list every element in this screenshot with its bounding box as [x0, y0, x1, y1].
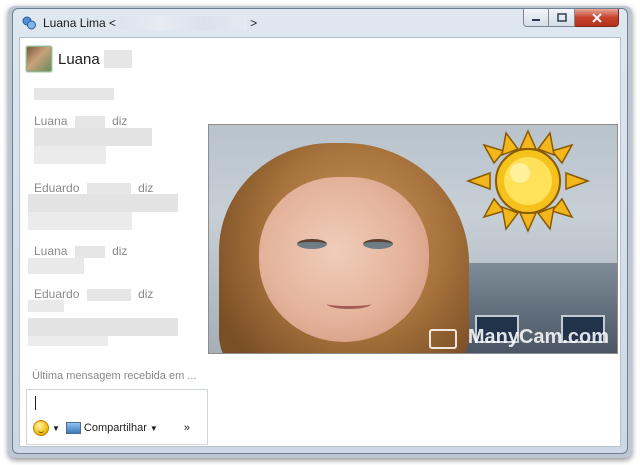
- close-button[interactable]: [575, 9, 619, 27]
- manycam-logo-icon: [429, 329, 457, 349]
- blurred-surname: [103, 50, 132, 68]
- message-sender: Luana diz: [34, 114, 128, 128]
- minimize-button[interactable]: [523, 9, 549, 27]
- contact-header: Luana: [26, 46, 132, 72]
- caption-buttons: [523, 9, 619, 27]
- contact-name: Luana: [58, 50, 100, 68]
- title-bar[interactable]: Luana Lima < >: [13, 9, 627, 37]
- video-watermark: ManyCam.com: [467, 326, 609, 348]
- share-dropdown-arrow[interactable]: ▼: [150, 424, 158, 433]
- person-mouth: [327, 299, 371, 309]
- message-sender: Luana diz: [34, 244, 128, 258]
- messenger-icon: [22, 16, 36, 30]
- message-history[interactable]: Luana diz Eduardo diz Luana diz Eduardo …: [26, 86, 206, 376]
- emoticon-dropdown-arrow[interactable]: ▼: [52, 424, 60, 433]
- share-button[interactable]: Compartilhar: [84, 422, 147, 434]
- message-sender: Eduardo diz: [34, 287, 154, 301]
- text-caret: [35, 396, 36, 410]
- chat-window: Luana Lima < > Luana Luana diz Eduardo d…: [12, 8, 628, 454]
- message-input[interactable]: ▼ Compartilhar ▼ »: [26, 389, 208, 445]
- person-eye: [363, 239, 393, 249]
- webcam-video[interactable]: ManyCam.com: [208, 124, 618, 354]
- message-sender: Eduardo diz: [34, 181, 154, 195]
- close-icon: [591, 12, 602, 23]
- more-options-button[interactable]: »: [184, 422, 190, 434]
- emoticon-icon[interactable]: [33, 420, 49, 436]
- person-eye: [297, 239, 327, 249]
- last-message-status: Última mensagem recebida em ...: [32, 370, 197, 382]
- maximize-icon: [556, 13, 567, 22]
- avatar[interactable]: [26, 46, 52, 72]
- input-toolbar: ▼ Compartilhar ▼ »: [33, 420, 190, 436]
- chat-client-area: Luana Luana diz Eduardo diz Luana diz Ed…: [19, 37, 621, 447]
- share-icon[interactable]: [65, 422, 81, 434]
- window-title-suffix: >: [250, 16, 258, 30]
- window-title-prefix: Luana Lima <: [43, 16, 117, 30]
- blurred-email: [119, 16, 248, 30]
- sun-sticker-icon: [465, 129, 591, 233]
- person-face: [259, 177, 429, 342]
- maximize-button[interactable]: [549, 9, 575, 27]
- minimize-icon: [532, 18, 540, 21]
